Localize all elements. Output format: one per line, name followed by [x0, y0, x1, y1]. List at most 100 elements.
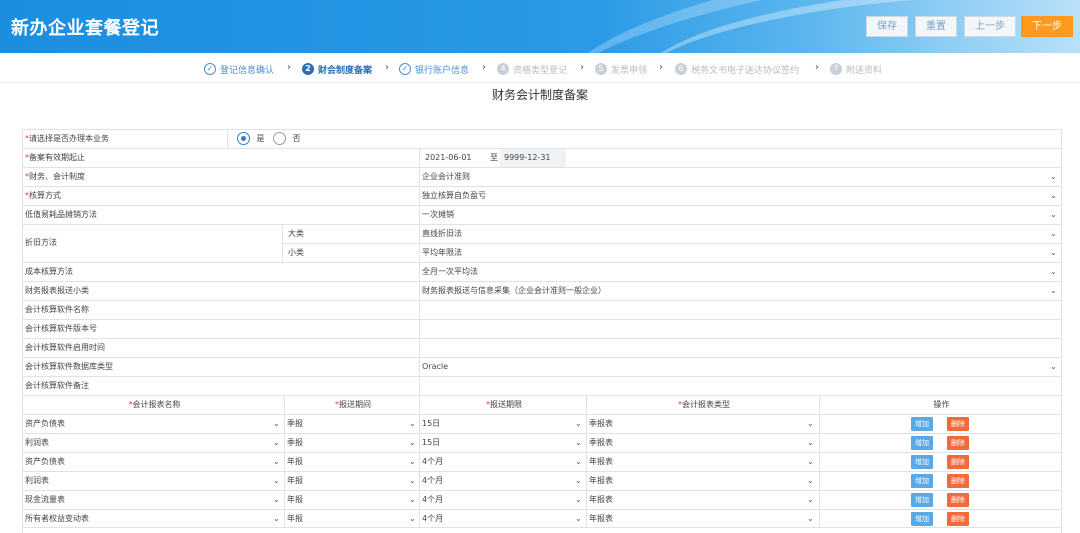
report-deadline-select[interactable]: 4个月	[419, 472, 586, 490]
field-label: 会计核算软件数据库类型	[25, 362, 113, 371]
step-6[interactable]: 6 税务文书电子送达协议签约	[675, 62, 799, 76]
report-period-select[interactable]: 年报	[284, 510, 419, 528]
chevron-down-icon: ⌄	[273, 514, 280, 523]
next-step-button[interactable]: 下一步	[1021, 16, 1073, 37]
report-name-select[interactable]: 所有者权益变动表	[22, 510, 280, 528]
report-type-select[interactable]: 年报表	[586, 510, 819, 528]
software-db-select[interactable]: Oracle	[419, 358, 1059, 376]
report-name-select[interactable]: 利润表	[22, 434, 280, 452]
software-note-input[interactable]	[419, 377, 1059, 395]
report-type-select[interactable]: 年报表	[586, 453, 819, 471]
software-start-input[interactable]	[419, 339, 1059, 357]
report-type-select[interactable]: 季报表	[586, 434, 819, 452]
step-number-icon: 6	[675, 63, 687, 75]
reports-table-header: *会计报表名称 *报送期间 *报送期限 *会计报表类型 操作	[22, 395, 1062, 414]
step-number-icon: 2	[302, 63, 314, 75]
add-row-button[interactable]: 增加	[911, 474, 933, 488]
delete-row-button[interactable]: 删除	[947, 436, 969, 450]
chevron-down-icon: ⌄	[409, 457, 416, 466]
validity-start-input[interactable]: 2021-06-01	[422, 149, 482, 167]
radio-no-label: 否	[292, 134, 301, 143]
chevron-down-icon: ⌄	[409, 438, 416, 447]
cost-method-select[interactable]: 全月一次平均法	[419, 263, 1059, 281]
step-label: 发票申领	[611, 65, 648, 76]
report-deadline-select[interactable]: 4个月	[419, 510, 586, 528]
report-period-select[interactable]: 年报	[284, 472, 419, 490]
step-number-icon: 5	[595, 63, 607, 75]
reset-button[interactable]: 重置	[915, 16, 957, 37]
report-period-select[interactable]: 年报	[284, 491, 419, 509]
report-deadline-select[interactable]: 4个月	[419, 491, 586, 509]
step-5[interactable]: 5 发票申领	[595, 62, 647, 76]
add-row-button[interactable]: 增加	[911, 512, 933, 526]
chevron-down-icon: ⌄	[273, 476, 280, 485]
form-row-software-name: 会计核算软件名称	[22, 300, 1062, 319]
step-label: 银行账户信息	[415, 65, 470, 76]
step-4[interactable]: 4 资格类型登记	[497, 62, 567, 76]
depreciation-major-select[interactable]: 直线折旧法	[419, 225, 1059, 243]
delete-row-button[interactable]: 删除	[947, 417, 969, 431]
software-name-input[interactable]	[419, 301, 1059, 319]
chevron-right-icon: ›	[815, 62, 819, 73]
step-number-icon: 4	[497, 63, 509, 75]
col-header-name: *会计报表名称	[128, 400, 181, 409]
report-name-select[interactable]: 利润表	[22, 472, 280, 490]
radio-yes[interactable]	[237, 132, 250, 145]
add-row-button[interactable]: 增加	[911, 417, 933, 431]
chevron-down-icon: ⌄	[807, 514, 814, 523]
table-row: 利润表 ⌄ 年报 ⌄ 4个月 ⌄ 年报表 ⌄ 增加 删除	[22, 471, 1062, 490]
report-name-select[interactable]: 资产负债表	[22, 415, 280, 433]
report-deadline-select[interactable]: 15日	[419, 434, 586, 452]
chevron-down-icon: ⌄	[1050, 210, 1057, 219]
delete-row-button[interactable]: 删除	[947, 512, 969, 526]
low-value-select[interactable]: 一次摊销	[419, 206, 1059, 224]
software-version-input[interactable]	[419, 320, 1059, 338]
chevron-down-icon: ⌄	[575, 514, 582, 523]
field-label: 折旧方法	[25, 238, 57, 247]
accounting-system-select[interactable]: 企业会计准则	[419, 168, 1059, 186]
divider	[0, 82, 1080, 83]
form-row-low-value: 低值易耗品摊销方法 一次摊销 ⌄	[22, 205, 1062, 224]
chevron-right-icon: ›	[580, 62, 584, 73]
chevron-down-icon: ⌄	[575, 457, 582, 466]
report-name-select[interactable]: 现金流量表	[22, 491, 280, 509]
report-type-select[interactable]: 年报表	[586, 491, 819, 509]
report-deadline-select[interactable]: 4个月	[419, 453, 586, 471]
table-row: 所有者权益变动表 ⌄ 年报 ⌄ 4个月 ⌄ 年报表 ⌄ 增加 删除	[22, 509, 1062, 528]
validity-end-input[interactable]: 9999-12-31	[500, 149, 566, 167]
step-progress-bar: ✓ 登记信息确认 › 2 财会制度备案 › ✓ 银行账户信息 › 4 资格类型登…	[0, 57, 1080, 81]
app-title: 新办企业套餐登记	[11, 18, 159, 39]
step-1[interactable]: ✓ 登记信息确认	[204, 62, 274, 76]
radio-no[interactable]	[273, 132, 287, 145]
step-7[interactable]: 7 附送资料	[830, 62, 882, 76]
delete-row-button[interactable]: 删除	[947, 493, 969, 507]
depreciation-minor-select[interactable]: 平均年限法	[419, 244, 1059, 262]
previous-step-button[interactable]: 上一步	[964, 16, 1016, 37]
report-type-select[interactable]: 年报表	[586, 472, 819, 490]
report-type-select[interactable]: 季报表	[586, 415, 819, 433]
chevron-down-icon: ⌄	[1050, 172, 1057, 181]
save-button[interactable]: 保存	[866, 16, 908, 37]
add-row-button[interactable]: 增加	[911, 493, 933, 507]
delete-row-button[interactable]: 删除	[947, 455, 969, 469]
add-row-button[interactable]: 增加	[911, 455, 933, 469]
check-circle-icon: ✓	[204, 63, 216, 75]
delete-row-button[interactable]: 删除	[947, 474, 969, 488]
report-sub-select[interactable]: 财务报表报送与信息采集（企业会计准则一般企业）	[419, 282, 1059, 300]
chevron-down-icon: ⌄	[807, 419, 814, 428]
add-row-button[interactable]: 增加	[911, 436, 933, 450]
step-3[interactable]: ✓ 银行账户信息	[399, 62, 469, 76]
accounting-method-select[interactable]: 独立核算自负盈亏	[419, 187, 1059, 205]
report-period-select[interactable]: 年报	[284, 453, 419, 471]
report-period-select[interactable]: 季报	[284, 434, 419, 452]
report-deadline-select[interactable]: 15日	[419, 415, 586, 433]
table-row: 利润表 ⌄ 季报 ⌄ 15日 ⌄ 季报表 ⌄ 增加 删除	[22, 433, 1062, 452]
chevron-right-icon: ›	[287, 62, 291, 73]
chevron-down-icon: ⌄	[575, 438, 582, 447]
chevron-down-icon: ⌄	[575, 476, 582, 485]
chevron-down-icon: ⌄	[575, 495, 582, 504]
step-2[interactable]: 2 财会制度备案	[302, 62, 372, 76]
report-period-select[interactable]: 季报	[284, 415, 419, 433]
form-row-accounting-system: *财务、会计制度 企业会计准则 ⌄	[22, 167, 1062, 186]
report-name-select[interactable]: 资产负债表	[22, 453, 280, 471]
